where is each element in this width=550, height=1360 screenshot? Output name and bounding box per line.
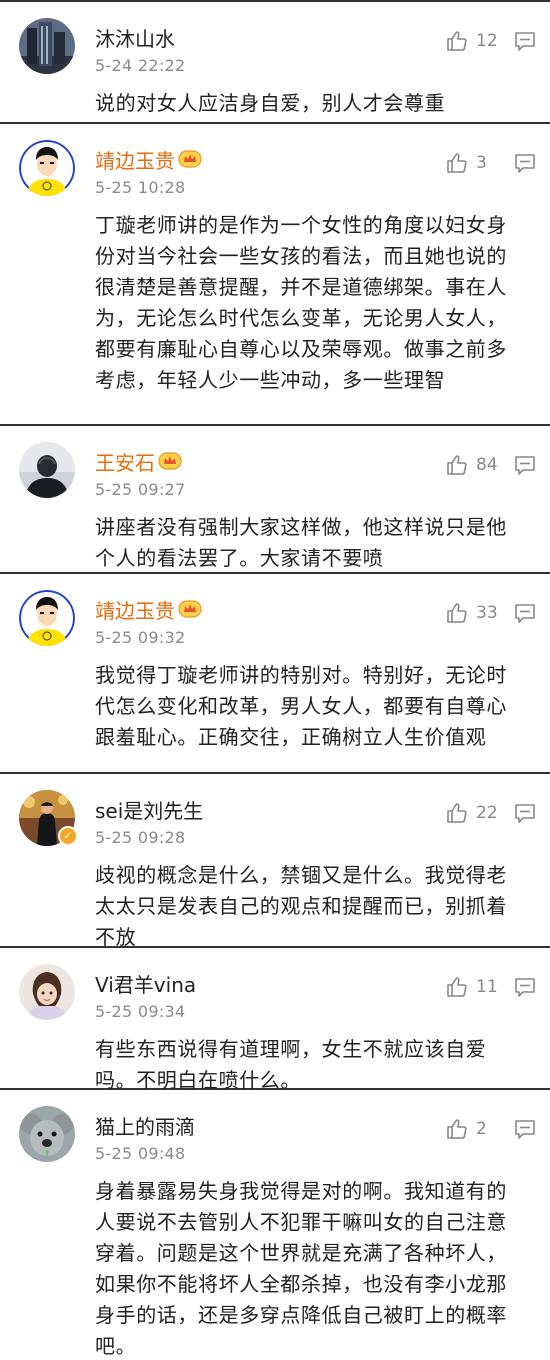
thumbs-up-icon bbox=[447, 1119, 467, 1139]
comment-text: 身着暴露易失身我觉得是对的啊。我知道有的人要说不去管别人不犯罪干嘛叫女的自己注意… bbox=[95, 1179, 507, 1358]
like-button[interactable]: 2 bbox=[445, 1117, 498, 1141]
like-button[interactable]: 22 bbox=[445, 801, 498, 825]
verified-badge-icon: ✓ bbox=[58, 826, 78, 846]
thumbs-up-icon bbox=[447, 803, 467, 823]
like-count: 2 bbox=[476, 1119, 487, 1139]
reply-icon[interactable] bbox=[514, 976, 536, 998]
timestamp: 5-25 10:28 bbox=[95, 178, 186, 197]
username[interactable]: 王安石 bbox=[95, 447, 155, 476]
comment-item: 猫上的雨滴 5-25 09:48 2 身着暴露易失身我觉得是对的啊。我知道有的人… bbox=[0, 1090, 550, 1360]
timestamp: 5-25 09:28 bbox=[95, 828, 186, 847]
comment-item: 靖边玉贵 5-25 09:32 33 我觉得丁璇老师讲的特别对。特别好，无论时代… bbox=[0, 574, 550, 774]
comment-item: Vi君羊vina 5-25 09:34 11 有些东西说得有道理啊，女生不就应该… bbox=[0, 948, 550, 1092]
timestamp: 5-25 09:48 bbox=[95, 1144, 186, 1163]
avatar[interactable] bbox=[19, 442, 75, 498]
avatar[interactable] bbox=[19, 140, 75, 196]
like-count: 3 bbox=[476, 153, 487, 173]
comment-item: 靖边玉贵 5-25 10:28 3 丁璇老师讲的是作为一个女性的角度以妇女身份对… bbox=[0, 124, 550, 426]
timestamp: 5-25 09:32 bbox=[95, 628, 186, 647]
timestamp: 5-25 09:34 bbox=[95, 1002, 186, 1021]
comment-item: 沐沐山水 5-24 22:22 12 说的对女人应洁身自爱，别人才会尊重 bbox=[0, 2, 550, 124]
reply-icon[interactable] bbox=[514, 454, 536, 476]
comment-text: 讲座者没有强制大家这样做，他这样说只是他个人的看法罢了。大家请不要喷 bbox=[95, 515, 507, 570]
comment-text: 丁璇老师讲的是作为一个女性的角度以妇女身份对当今社会一些女孩的看法，而且她也说的… bbox=[95, 213, 507, 392]
thumbs-up-icon bbox=[447, 977, 467, 997]
thumbs-up-icon bbox=[447, 31, 467, 51]
comment-text: 歧视的概念是什么，禁锢又是什么。我觉得老太太只是发表自己的观点和提醒而已，别抓着… bbox=[95, 863, 507, 949]
reply-icon[interactable] bbox=[514, 802, 536, 824]
username[interactable]: 猫上的雨滴 bbox=[95, 1111, 195, 1140]
reply-icon[interactable] bbox=[514, 30, 536, 52]
comment-item: ✓ sei是刘先生 5-25 09:28 22 歧视的概念是什么，禁锢又是什么。… bbox=[0, 774, 550, 949]
reply-icon[interactable] bbox=[514, 602, 536, 624]
username[interactable]: 沐沐山水 bbox=[95, 23, 175, 52]
vip-crown-icon bbox=[178, 150, 202, 168]
timestamp: 5-24 22:22 bbox=[95, 56, 186, 75]
thumbs-up-icon bbox=[447, 455, 467, 475]
comment-text: 说的对女人应洁身自爱，别人才会尊重 bbox=[95, 91, 446, 115]
thumbs-up-icon bbox=[447, 603, 467, 623]
like-count: 33 bbox=[476, 603, 498, 623]
username[interactable]: Vi君羊vina bbox=[95, 969, 196, 998]
timestamp: 5-25 09:27 bbox=[95, 480, 186, 499]
like-count: 12 bbox=[476, 31, 498, 51]
reply-icon[interactable] bbox=[514, 152, 536, 174]
like-count: 11 bbox=[476, 977, 498, 997]
like-button[interactable]: 11 bbox=[445, 975, 498, 999]
avatar[interactable] bbox=[19, 18, 75, 74]
like-button[interactable]: 3 bbox=[445, 151, 498, 175]
comment-text: 我觉得丁璇老师讲的特别对。特别好，无论时代怎么变化和改革，男人女人，都要有自尊心… bbox=[95, 663, 507, 749]
vip-crown-icon bbox=[178, 600, 202, 618]
username[interactable]: sei是刘先生 bbox=[95, 795, 203, 824]
vip-crown-icon bbox=[158, 452, 182, 470]
comment-list: 沐沐山水 5-24 22:22 12 说的对女人应洁身自爱，别人才会尊重 靖边玉… bbox=[0, 0, 550, 1360]
avatar[interactable] bbox=[19, 590, 75, 646]
like-count: 84 bbox=[476, 455, 498, 475]
like-count: 22 bbox=[476, 803, 498, 823]
reply-icon[interactable] bbox=[514, 1118, 536, 1140]
comment-text: 有些东西说得有道理啊，女生不就应该自爱吗。不明白在喷什么。 bbox=[95, 1037, 487, 1092]
avatar[interactable] bbox=[19, 964, 75, 1020]
like-button[interactable]: 84 bbox=[445, 453, 498, 477]
avatar[interactable] bbox=[19, 1106, 75, 1162]
username[interactable]: 靖边玉贵 bbox=[95, 595, 175, 624]
username[interactable]: 靖边玉贵 bbox=[95, 145, 175, 174]
like-button[interactable]: 12 bbox=[445, 29, 498, 53]
thumbs-up-icon bbox=[447, 153, 467, 173]
like-button[interactable]: 33 bbox=[445, 601, 498, 625]
comment-item: 王安石 5-25 09:27 84 讲座者没有强制大家这样做，他这样说只是他个人… bbox=[0, 426, 550, 574]
